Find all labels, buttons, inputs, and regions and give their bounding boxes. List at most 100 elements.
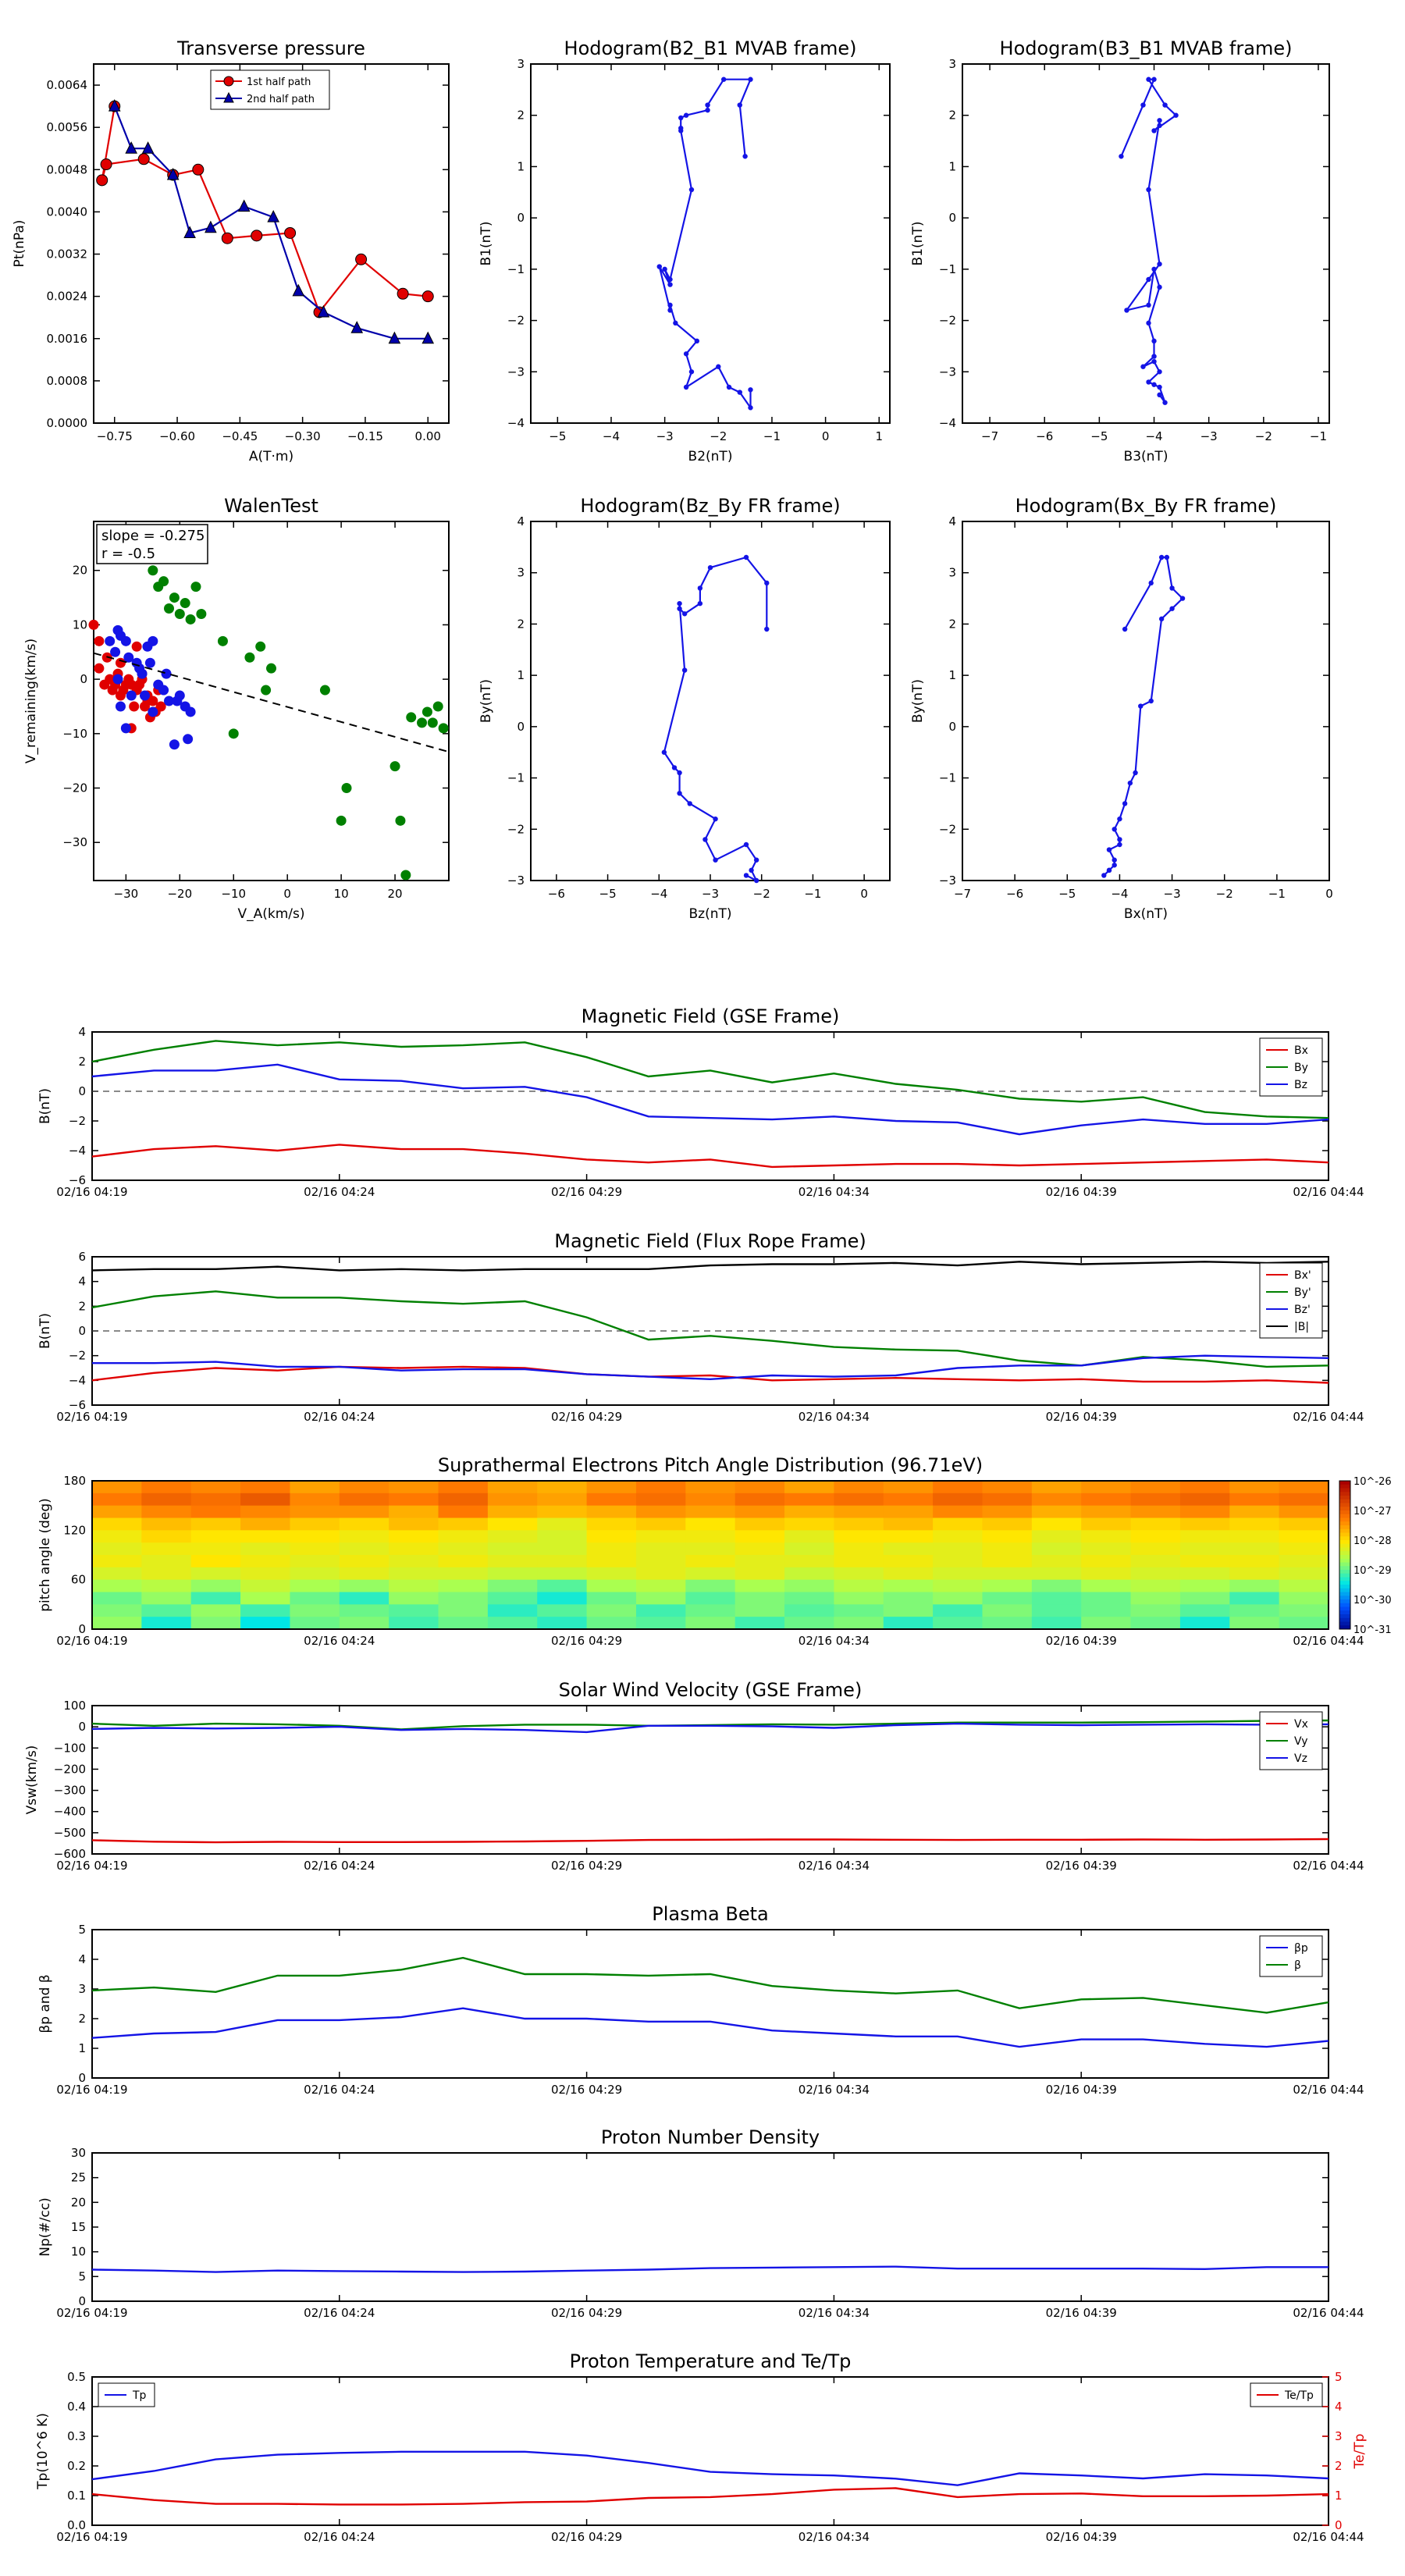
y-axis-label: B1(nT)	[910, 222, 926, 266]
hodogram-point	[683, 384, 689, 390]
hodogram-point	[677, 600, 682, 607]
scatter-point	[148, 706, 158, 717]
heatmap-cell	[290, 1604, 340, 1617]
hodogram-point	[1119, 154, 1124, 159]
hodogram-point	[1157, 118, 1162, 123]
heatmap-cell	[1179, 1604, 1230, 1617]
hodogram-point	[1140, 102, 1146, 108]
heatmap-cell	[635, 1530, 686, 1543]
legend-label: By	[1294, 1062, 1308, 1074]
heatmap-cell	[537, 1517, 588, 1531]
heatmap-cell	[982, 1481, 1033, 1494]
scatter-point	[183, 734, 194, 745]
hodogram-point	[1112, 857, 1117, 863]
colorbar-segment	[1339, 1507, 1350, 1511]
data-point	[251, 229, 263, 242]
time-tick-label: 02/16 04:44	[1293, 1859, 1364, 1873]
heatmap-cell	[92, 1579, 142, 1592]
data-point	[284, 226, 297, 239]
heatmap-cell	[141, 1592, 192, 1605]
colorbar-segment	[1339, 1540, 1350, 1545]
hodogram-point	[1151, 358, 1157, 365]
hodogram-point	[656, 264, 662, 269]
heatmap-cell	[883, 1530, 934, 1543]
time-tick-label: 02/16 04:34	[799, 1634, 870, 1648]
legend-label: Bx	[1294, 1044, 1308, 1057]
x-tick-label: −0.30	[285, 429, 321, 443]
heatmap-cell	[1031, 1517, 1082, 1531]
heatmap-cell	[92, 1481, 142, 1494]
heatmap-cell	[883, 1592, 934, 1605]
time-tick-label: 02/16 04:39	[1046, 2306, 1117, 2320]
hodogram-point	[1127, 780, 1133, 786]
time-tick-label: 02/16 04:39	[1046, 2083, 1117, 2097]
colorbar-segment	[1339, 1488, 1350, 1493]
heatmap-cell	[1081, 1517, 1132, 1531]
scatter-point	[180, 598, 190, 609]
y-tick-label: 4	[517, 514, 525, 528]
scatter-point	[169, 592, 180, 603]
time-tick-label: 02/16 04:24	[304, 1859, 375, 1873]
y-tick-label: 15	[71, 2220, 86, 2234]
scatter-point	[158, 685, 169, 696]
legend-label: Bz'	[1294, 1304, 1311, 1316]
x-tick-label: 0	[822, 429, 830, 443]
y-tick-label: −1	[507, 262, 525, 276]
heatmap-cell	[586, 1505, 637, 1518]
colorbar-segment	[1339, 1606, 1350, 1611]
heatmap-cell	[586, 1555, 637, 1568]
panel-pad: Suprathermal Electrons Pitch Angle Distr…	[37, 1454, 1392, 1648]
time-tick-label: 02/16 04:29	[551, 1859, 622, 1873]
colorbar-segment	[1339, 1570, 1350, 1574]
heatmap-cell	[487, 1493, 538, 1507]
heatmap-cell	[1130, 1542, 1181, 1556]
colorbar-segment	[1339, 1532, 1350, 1537]
heatmap-cell	[635, 1555, 686, 1568]
y-tick-label: 4	[78, 1025, 86, 1039]
hodogram-point	[1173, 112, 1179, 118]
legend-label: Vy	[1294, 1735, 1308, 1748]
heatmap-cell	[586, 1493, 637, 1507]
x-tick-label: −6	[1006, 887, 1023, 901]
time-tick-label: 02/16 04:39	[1046, 1859, 1117, 1873]
colorbar-segment	[1339, 1484, 1350, 1489]
heatmap-cell	[92, 1530, 142, 1543]
heatmap-cell	[438, 1555, 489, 1568]
heatmap-cell	[784, 1517, 834, 1531]
heatmap-cell	[883, 1579, 934, 1592]
heatmap-cell	[784, 1567, 834, 1581]
hodogram-point	[753, 877, 759, 884]
heatmap-cell	[389, 1555, 439, 1568]
heatmap-cell	[1031, 1592, 1082, 1605]
x-tick-label: −20	[167, 887, 192, 901]
x-tick-label: −10	[221, 887, 246, 901]
heatmap-cell	[1179, 1493, 1230, 1507]
hodogram-point	[1157, 384, 1162, 390]
heatmap-cell	[1081, 1555, 1132, 1568]
colorbar-segment	[1339, 1528, 1350, 1533]
x-tick-label: −1	[763, 429, 781, 443]
y-tick-label: −300	[54, 1784, 86, 1798]
heatmap-cell	[339, 1579, 389, 1592]
y-tick-label: 0.1	[67, 2489, 86, 2503]
heatmap-cell	[1229, 1555, 1280, 1568]
y-axis-label: Np(#/cc)	[37, 2197, 53, 2256]
heatmap-cell	[982, 1505, 1033, 1518]
y-tick-label: −3	[507, 873, 525, 888]
heatmap-cell	[685, 1481, 736, 1494]
heatmap-cell	[834, 1592, 884, 1605]
y-tick-label: 1	[517, 159, 525, 173]
time-tick-label: 02/16 04:44	[1293, 1185, 1364, 1199]
heatmap-cell	[190, 1579, 241, 1592]
heatmap-cell	[784, 1555, 834, 1568]
heatmap-cell	[735, 1517, 785, 1531]
heatmap-cell	[1081, 1579, 1132, 1592]
y-tick-label: 2	[78, 1299, 86, 1313]
y-tick-label: −20	[62, 781, 87, 795]
heatmap-cell	[1279, 1517, 1329, 1531]
data-point	[355, 253, 368, 265]
heatmap-cell	[784, 1493, 834, 1507]
heatmap-cell	[1279, 1505, 1329, 1518]
chart-title: Hodogram(B2_B1 MVAB frame)	[564, 37, 857, 59]
heatmap-cell	[389, 1481, 439, 1494]
